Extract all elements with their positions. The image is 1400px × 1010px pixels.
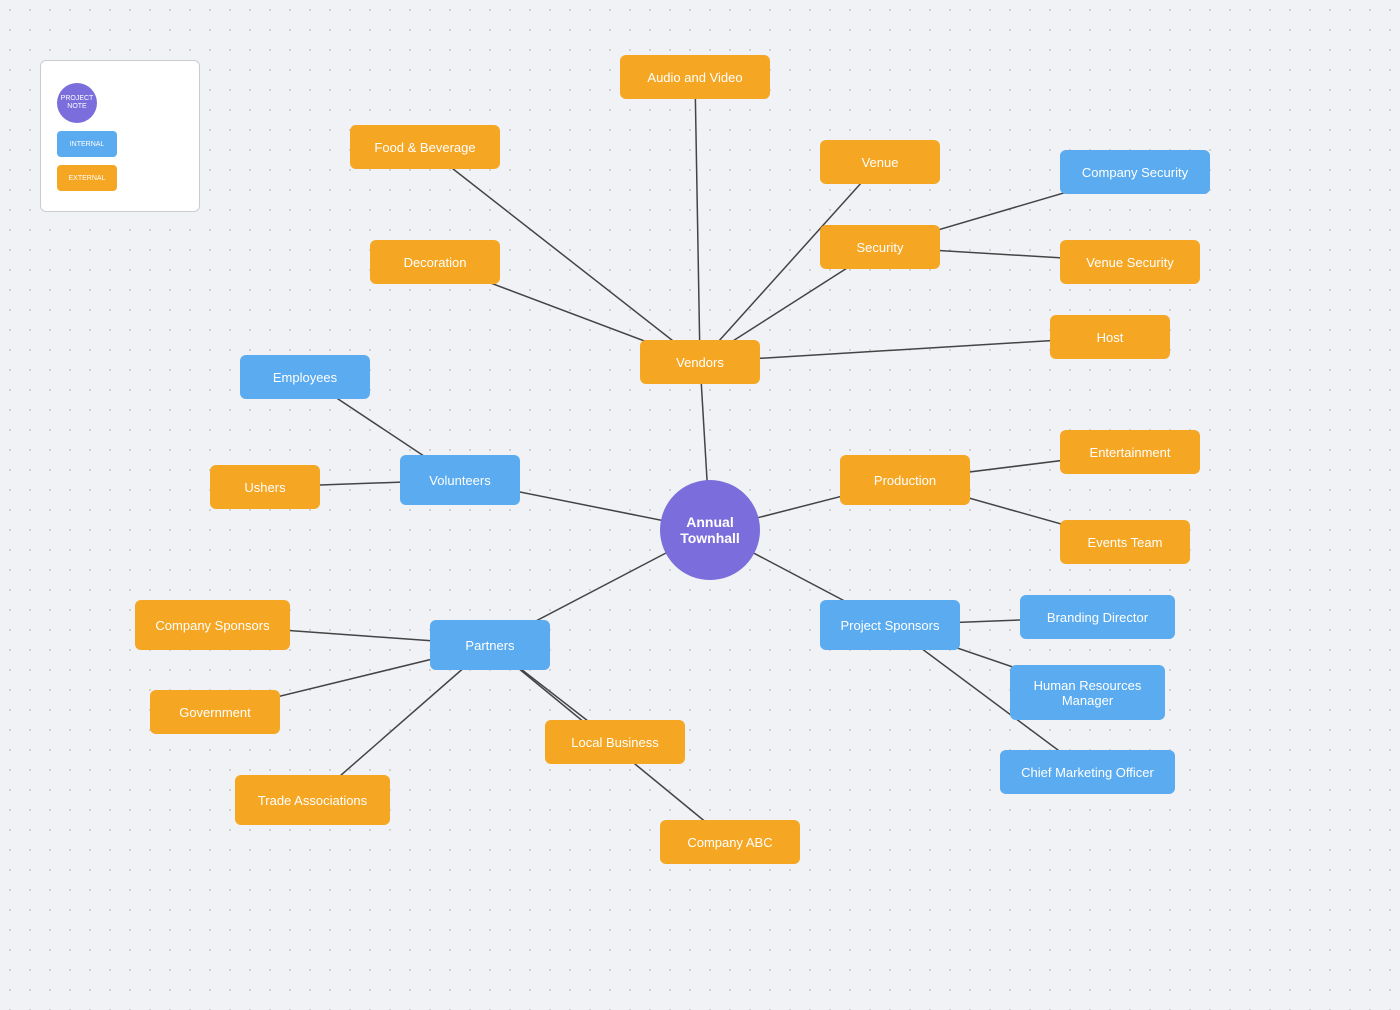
food-beverage-node[interactable]: Food & Beverage <box>350 125 500 169</box>
branding-director-node[interactable]: Branding Director <box>1020 595 1175 639</box>
venue-security-node[interactable]: Venue Security <box>1060 240 1200 284</box>
cmo-node[interactable]: Chief Marketing Officer <box>1000 750 1175 794</box>
ushers-node[interactable]: Ushers <box>210 465 320 509</box>
production-node[interactable]: Production <box>840 455 970 505</box>
legend-internal: INTERNAL <box>57 131 183 157</box>
venue-node[interactable]: Venue <box>820 140 940 184</box>
vendors-node[interactable]: Vendors <box>640 340 760 384</box>
legend-internal-box: INTERNAL <box>57 131 117 157</box>
legend-external-box: EXTERNAL <box>57 165 117 191</box>
legend-project-note: PROJECTNOTE <box>57 83 183 123</box>
local-business-node[interactable]: Local Business <box>545 720 685 764</box>
partners-node[interactable]: Partners <box>430 620 550 670</box>
center-node[interactable]: Annual Townhall <box>660 480 760 580</box>
entertainment-node[interactable]: Entertainment <box>1060 430 1200 474</box>
legend-external: EXTERNAL <box>57 165 183 191</box>
trade-associations-node[interactable]: Trade Associations <box>235 775 390 825</box>
decoration-node[interactable]: Decoration <box>370 240 500 284</box>
security-node[interactable]: Security <box>820 225 940 269</box>
audio-video-node[interactable]: Audio and Video <box>620 55 770 99</box>
company-security-node[interactable]: Company Security <box>1060 150 1210 194</box>
project-sponsors-node[interactable]: Project Sponsors <box>820 600 960 650</box>
events-team-node[interactable]: Events Team <box>1060 520 1190 564</box>
legend: PROJECTNOTE INTERNAL EXTERNAL <box>40 60 200 212</box>
volunteers-node[interactable]: Volunteers <box>400 455 520 505</box>
legend-project-circle: PROJECTNOTE <box>57 83 97 123</box>
host-node[interactable]: Host <box>1050 315 1170 359</box>
government-node[interactable]: Government <box>150 690 280 734</box>
employees-node[interactable]: Employees <box>240 355 370 399</box>
company-sponsors-node[interactable]: Company Sponsors <box>135 600 290 650</box>
company-abc-node[interactable]: Company ABC <box>660 820 800 864</box>
hr-manager-node[interactable]: Human Resources Manager <box>1010 665 1165 720</box>
